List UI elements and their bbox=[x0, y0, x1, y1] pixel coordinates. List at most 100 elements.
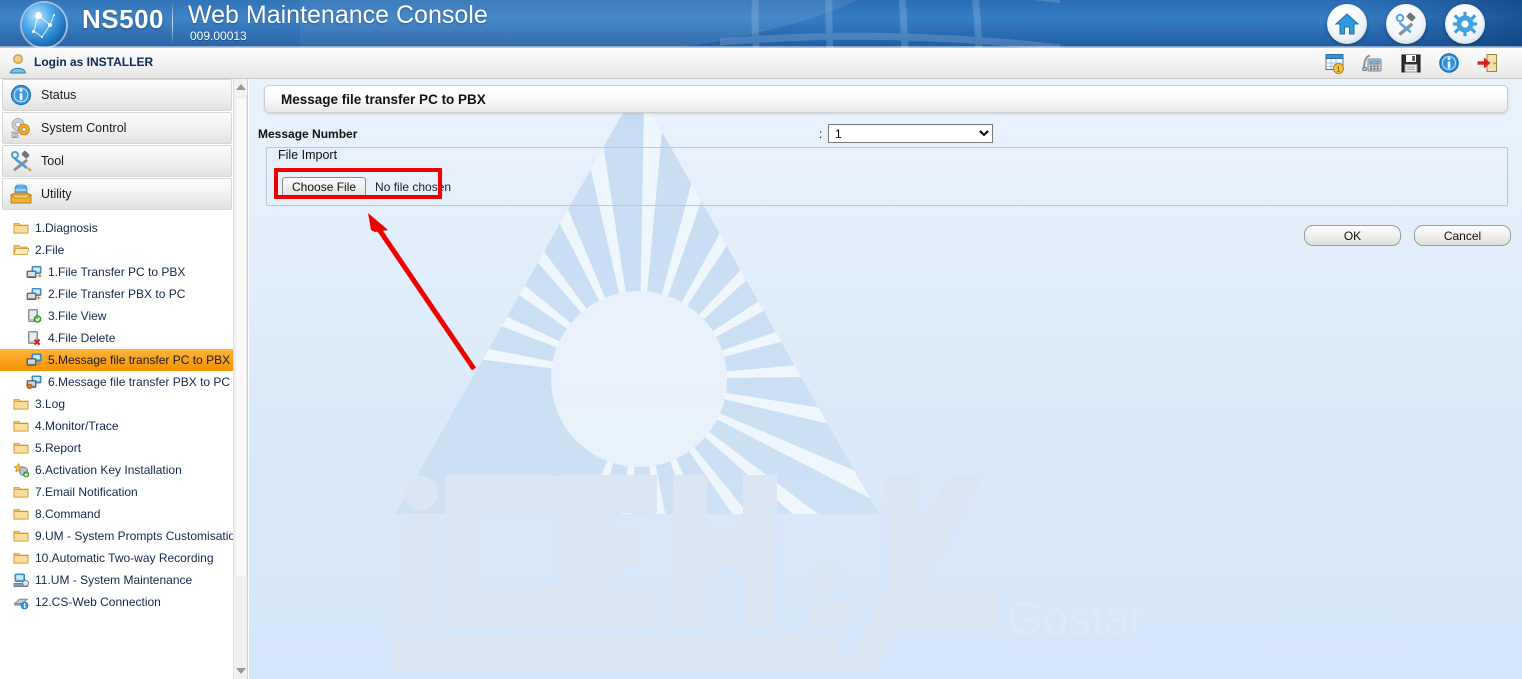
folder-open-icon bbox=[13, 242, 30, 258]
tree-item[interactable]: 12.CS-Web Connection bbox=[0, 591, 234, 613]
tree-item-label: 5.Report bbox=[35, 441, 82, 455]
tree-item-label: 5.Message file transfer PC to PBX bbox=[48, 353, 231, 367]
tree-item[interactable]: 1.Diagnosis bbox=[0, 217, 234, 239]
tree-item-label: 3.File View bbox=[48, 309, 107, 323]
file-delete-icon bbox=[26, 330, 42, 346]
app-version: 009.00013 bbox=[190, 29, 247, 43]
folder-closed-icon bbox=[13, 528, 29, 544]
tree-item[interactable]: 6.Activation Key Installation bbox=[0, 459, 234, 481]
file-input-row: Choose File No file chosen bbox=[282, 177, 451, 197]
folder-closed-icon bbox=[13, 484, 29, 500]
ok-button[interactable]: OK bbox=[1304, 225, 1401, 246]
choose-file-button[interactable]: Choose File bbox=[282, 177, 367, 197]
tree-item[interactable]: 2.File Transfer PBX to PC bbox=[0, 283, 234, 305]
watermark-subtext: Gostar bbox=[1007, 592, 1145, 644]
toolbar: 1 bbox=[1324, 52, 1498, 74]
brand-name: NS500 bbox=[82, 4, 164, 34]
tree-item-label: 7.Email Notification bbox=[35, 485, 138, 499]
home-icon[interactable] bbox=[1327, 4, 1367, 44]
page-title-text: Message file transfer PC to PBX bbox=[281, 91, 486, 107]
tree-item-label: 11.UM - System Maintenance bbox=[35, 573, 193, 587]
page-title: Message file transfer PC to PBX bbox=[264, 85, 1508, 113]
sidebar-item-label: Utility bbox=[41, 187, 72, 201]
tree-item-label: 1.File Transfer PC to PBX bbox=[48, 265, 186, 279]
tree-item-label: 6.Activation Key Installation bbox=[35, 463, 182, 477]
folder-closed-icon bbox=[13, 506, 29, 522]
form-buttons: OK Cancel bbox=[1304, 225, 1511, 246]
login-status-text: Login as INSTALLER bbox=[34, 55, 154, 69]
tools-icon[interactable] bbox=[1386, 4, 1426, 44]
header-globe-grid-decoration bbox=[720, 0, 1060, 48]
tree-item-label: 4.File Delete bbox=[48, 331, 116, 345]
main-content: Gostar Message file transfer PC to PBX M… bbox=[249, 79, 1522, 679]
sidebar-item-label: Status bbox=[41, 88, 77, 102]
tree-item-label: 8.Command bbox=[35, 507, 101, 521]
sidebar-tree: 1.Diagnosis 2.File 1.File Transfer PC to P… bbox=[0, 211, 242, 613]
folder-closed-icon bbox=[13, 550, 29, 566]
sidebar-item-tool[interactable]: Tool bbox=[2, 145, 232, 177]
scroll-up-arrow-icon[interactable] bbox=[234, 79, 247, 95]
message-number-label: Message Number bbox=[258, 127, 358, 141]
cs-web-connection-icon bbox=[13, 594, 29, 610]
file-view-icon bbox=[26, 308, 42, 324]
cancel-button[interactable]: Cancel bbox=[1414, 225, 1511, 246]
tree-item[interactable]: 2.File bbox=[0, 239, 234, 261]
hammer-wrench-icon bbox=[11, 150, 32, 172]
app-title: Web Maintenance Console bbox=[188, 1, 488, 29]
tree-item[interactable]: 1.File Transfer PC to PBX bbox=[0, 261, 234, 283]
tree-item-label: 12.CS-Web Connection bbox=[35, 595, 161, 609]
telephone-icon[interactable] bbox=[1362, 52, 1384, 74]
gears-icon bbox=[11, 118, 30, 138]
gear-icon[interactable] bbox=[1445, 4, 1485, 44]
svg-text:1: 1 bbox=[1337, 66, 1341, 73]
tree-item[interactable]: 8.Command bbox=[0, 503, 234, 525]
logout-icon[interactable] bbox=[1476, 52, 1498, 74]
tree-item[interactable]: 7.Email Notification bbox=[0, 481, 234, 503]
tree-item-label: 2.File bbox=[35, 243, 65, 257]
ns500-globe-logo bbox=[22, 3, 66, 47]
save-icon[interactable] bbox=[1400, 52, 1422, 74]
sidebar-item-label: Tool bbox=[41, 154, 64, 168]
user-icon bbox=[9, 54, 27, 74]
transfer-pbx-pc-icon bbox=[26, 286, 42, 302]
sidebar-item-system-control[interactable]: System Control bbox=[2, 112, 232, 144]
sidebar-scrollbar[interactable] bbox=[233, 79, 247, 679]
tree-item-label: 3.Log bbox=[35, 397, 66, 411]
tree-item[interactable]: 6.Message file transfer PBX to PC bbox=[0, 371, 234, 393]
sidebar-item-label: System Control bbox=[41, 121, 127, 135]
globe-box-icon bbox=[9, 183, 33, 204]
msg-transfer-pbx-pc-icon bbox=[26, 374, 42, 390]
um-maintenance-icon bbox=[13, 572, 30, 588]
folder-closed-icon bbox=[13, 418, 29, 434]
info-circle-icon bbox=[10, 84, 32, 106]
tree-item[interactable]: 9.UM - System Prompts Customisation bbox=[0, 525, 242, 547]
scrollbar-thumb[interactable] bbox=[235, 97, 247, 577]
tree-item-label: 4.Monitor/Trace bbox=[35, 419, 119, 433]
scroll-down-arrow-icon[interactable] bbox=[234, 663, 247, 679]
tree-item-label: 9.UM - System Prompts Customisation bbox=[35, 529, 242, 543]
tree-item[interactable]: 5.Message file transfer PC to PBX bbox=[0, 349, 234, 371]
tree-item-label: 10.Automatic Two-way Recording bbox=[35, 551, 214, 565]
brand-separator bbox=[172, 4, 173, 42]
tree-item[interactable]: 3.File View bbox=[0, 305, 234, 327]
tree-item-label: 1.Diagnosis bbox=[35, 221, 98, 235]
msg-transfer-pc-pbx-icon bbox=[26, 352, 42, 368]
tree-item[interactable]: 11.UM - System Maintenance bbox=[0, 569, 234, 591]
message-number-colon: : bbox=[819, 127, 823, 141]
info-icon[interactable] bbox=[1438, 52, 1460, 74]
tree-item[interactable]: 4.File Delete bbox=[0, 327, 234, 349]
folder-closed-icon bbox=[13, 396, 29, 412]
tree-item-label: 6.Message file transfer PBX to PC bbox=[48, 375, 231, 389]
tree-item[interactable]: 4.Monitor/Trace bbox=[0, 415, 234, 437]
tree-item[interactable]: 10.Automatic Two-way Recording bbox=[0, 547, 234, 569]
sidebar-item-utility[interactable]: Utility bbox=[2, 178, 232, 210]
tree-item[interactable]: 5.Report bbox=[0, 437, 234, 459]
folder-closed-icon bbox=[13, 440, 29, 456]
file-status-text: No file chosen bbox=[375, 180, 452, 194]
tree-item[interactable]: 3.Log bbox=[0, 393, 234, 415]
message-number-select[interactable]: 12345 bbox=[828, 124, 993, 143]
sidebar: Status System Control Tool Utility 1.Dia… bbox=[0, 79, 248, 679]
file-import-fieldset bbox=[266, 147, 1508, 206]
sidebar-item-status[interactable]: Status bbox=[2, 79, 232, 111]
schedule-icon[interactable]: 1 bbox=[1324, 52, 1346, 74]
